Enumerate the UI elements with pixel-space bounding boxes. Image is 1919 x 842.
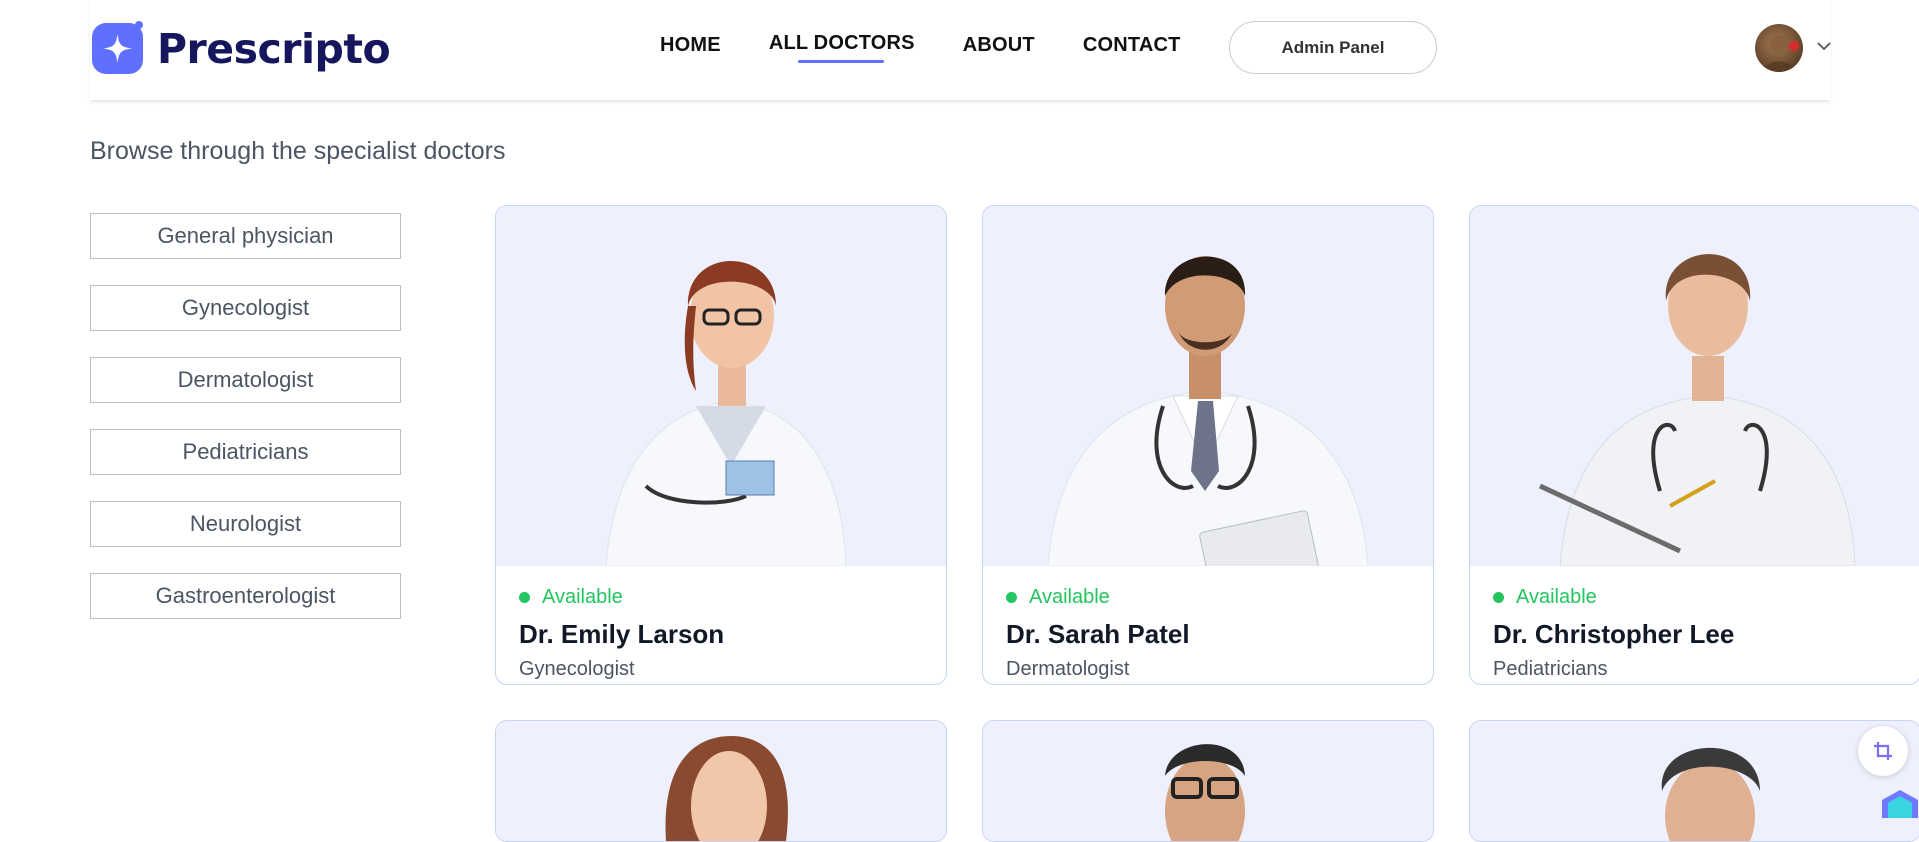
filter-general-physician[interactable]: General physician — [90, 213, 401, 259]
status-label: Available — [542, 586, 623, 608]
filter-gastroenterologist[interactable]: Gastroenterologist — [90, 573, 401, 619]
doctor-card[interactable]: Available Dr. Emily Larson Gynecologist — [495, 205, 947, 685]
filter-dermatologist[interactable]: Dermatologist — [90, 357, 401, 403]
crop-icon — [1874, 742, 1892, 760]
nav-about[interactable]: ABOUT — [963, 34, 1035, 57]
filter-pediatricians[interactable]: Pediatricians — [90, 429, 401, 475]
doctor-card[interactable]: Available Dr. Sarah Patel Dermatologist — [982, 205, 1434, 685]
doctor-card[interactable] — [982, 720, 1434, 842]
crop-button[interactable] — [1858, 726, 1908, 776]
doctor-photo — [983, 206, 1433, 566]
availability-status: Available — [519, 586, 623, 609]
main-nav: HOME ALL DOCTORS ABOUT CONTACT — [660, 32, 1229, 63]
avatar-image — [1763, 35, 1799, 72]
page-subtitle: Browse through the specialist doctors — [90, 137, 506, 165]
doctor-speciality: Pediatricians — [1493, 658, 1608, 680]
admin-panel-button[interactable]: Admin Panel — [1229, 21, 1437, 74]
doctor-photo — [496, 721, 946, 841]
nav-all-doctors[interactable]: ALL DOCTORS — [768, 32, 915, 63]
filter-neurologist[interactable]: Neurologist — [90, 501, 401, 547]
doctor-name: Dr. Sarah Patel — [1006, 619, 1190, 649]
available-dot-icon — [1493, 592, 1504, 603]
filter-gynecologist[interactable]: Gynecologist — [90, 285, 401, 331]
doctor-photo — [983, 721, 1433, 841]
active-underline — [797, 60, 884, 63]
availability-status: Available — [1006, 586, 1110, 609]
status-label: Available — [1516, 586, 1597, 608]
available-dot-icon — [1006, 592, 1017, 603]
brand-logo[interactable]: Prescripto — [90, 21, 391, 76]
prescripto-logo-icon — [92, 21, 143, 74]
nav-contact[interactable]: CONTACT — [1083, 34, 1181, 57]
doctor-speciality: Dermatologist — [1006, 658, 1130, 680]
availability-status: Available — [1493, 586, 1597, 609]
status-label: Available — [1029, 586, 1110, 608]
available-dot-icon — [519, 592, 530, 603]
nav-all-doctors-label: ALL DOCTORS — [768, 32, 915, 54]
brand-name: Prescripto — [157, 24, 391, 73]
doctor-photo — [1470, 721, 1919, 841]
speciality-filters: General physician Gynecologist Dermatolo… — [90, 213, 401, 645]
doctor-card[interactable] — [1469, 720, 1919, 842]
doctor-photo — [496, 206, 946, 566]
doctor-photo — [1470, 206, 1919, 566]
doctor-card[interactable]: Available Dr. Christopher Lee Pediatrici… — [1469, 205, 1919, 685]
navbar: Prescripto HOME ALL DOCTORS ABOUT CONTAC… — [90, 0, 1831, 100]
avatar[interactable] — [1755, 24, 1803, 72]
doctor-name: Dr. Emily Larson — [519, 619, 725, 649]
doctor-card[interactable] — [495, 720, 947, 842]
chevron-down-icon[interactable] — [1814, 36, 1834, 56]
doctor-speciality: Gynecologist — [519, 658, 635, 680]
doctor-name: Dr. Christopher Lee — [1493, 619, 1735, 649]
nav-home[interactable]: HOME — [660, 34, 721, 57]
gem-icon[interactable] — [1880, 788, 1919, 818]
